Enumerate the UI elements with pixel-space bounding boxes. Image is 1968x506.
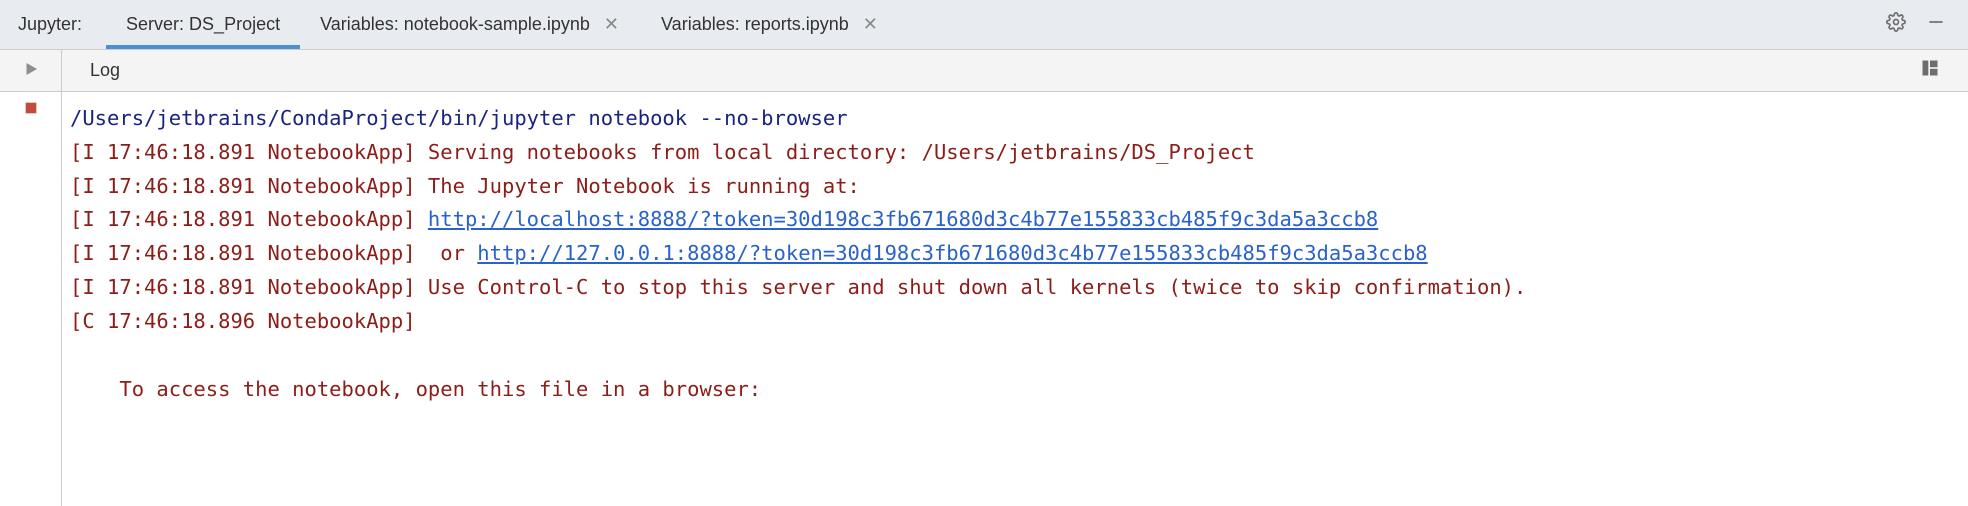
tab-label: Server: DS_Project: [126, 14, 280, 35]
log-line: [I 17:46:18.891 NotebookApp] Use Control…: [70, 275, 1526, 299]
log-line: [I 17:46:18.891 NotebookApp] Serving not…: [70, 140, 1255, 164]
toolwindow-title: Jupyter:: [18, 14, 82, 35]
left-rail-top: [0, 50, 62, 91]
log-line: [I 17:46:18.891 NotebookApp] http://loca…: [70, 207, 1378, 231]
gear-icon[interactable]: [1876, 12, 1916, 37]
close-icon[interactable]: ✕: [861, 14, 880, 35]
url-link[interactable]: http://localhost:8888/?token=30d198c3fb6…: [428, 207, 1378, 231]
log-line: To access the notebook, open this file i…: [70, 377, 761, 401]
minimize-icon[interactable]: [1916, 12, 1956, 37]
stop-icon[interactable]: [23, 100, 39, 121]
tab-variables-notebook-sample[interactable]: Variables: notebook-sample.ipynb ✕: [300, 0, 641, 49]
log-line: [I 17:46:18.891 NotebookApp] or http://1…: [70, 241, 1428, 265]
close-icon[interactable]: ✕: [602, 14, 621, 35]
tab-variables-reports[interactable]: Variables: reports.ipynb ✕: [641, 0, 900, 49]
log-line: [C 17:46:18.896 NotebookApp]: [70, 309, 416, 333]
run-icon[interactable]: [22, 60, 40, 83]
top-tab-bar: Jupyter: Server: DS_Project Variables: n…: [0, 0, 1968, 50]
tab-server[interactable]: Server: DS_Project: [106, 0, 300, 49]
left-rail-main: [0, 92, 62, 506]
tab-label: Variables: reports.ipynb: [661, 14, 849, 35]
tab-label: Variables: notebook-sample.ipynb: [320, 14, 590, 35]
log-line: [I 17:46:18.891 NotebookApp] The Jupyter…: [70, 174, 860, 198]
console-command: /Users/jetbrains/CondaProject/bin/jupyte…: [70, 106, 848, 130]
main-area: /Users/jetbrains/CondaProject/bin/jupyte…: [0, 92, 1968, 506]
console-tab-log[interactable]: Log: [90, 60, 120, 81]
console-output[interactable]: /Users/jetbrains/CondaProject/bin/jupyte…: [62, 92, 1968, 506]
console-toolbar: Log: [0, 50, 1968, 92]
layout-icon[interactable]: [1920, 58, 1940, 83]
url-link[interactable]: http://127.0.0.1:8888/?token=30d198c3fb6…: [477, 241, 1427, 265]
